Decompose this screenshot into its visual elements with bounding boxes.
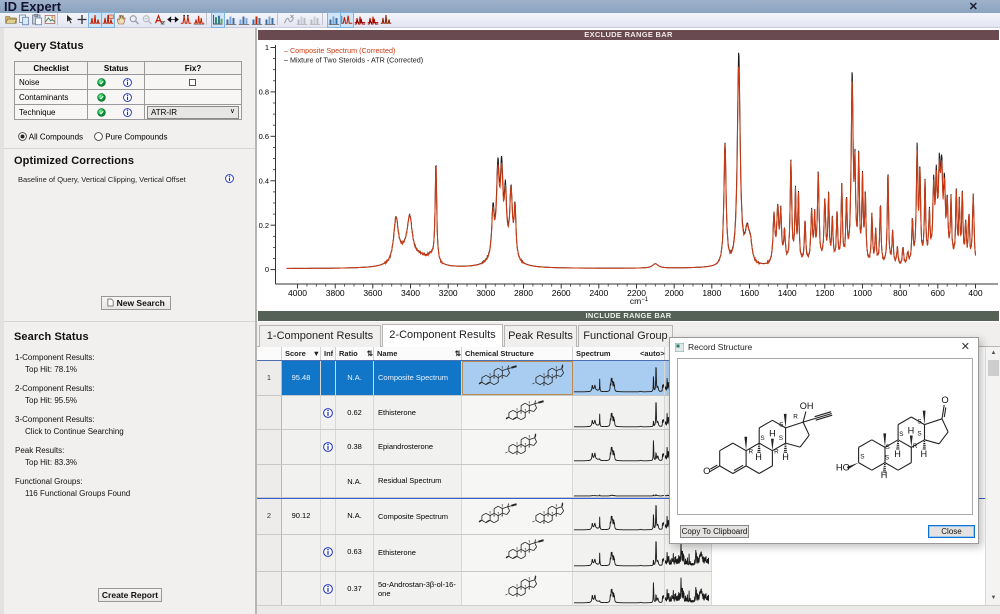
svg-text:600: 600 — [931, 288, 945, 298]
svg-text:1400: 1400 — [778, 288, 797, 298]
svg-text:H: H — [921, 449, 928, 459]
svg-text:0.6: 0.6 — [259, 132, 269, 141]
svg-text:R: R — [913, 443, 918, 450]
svg-text:S: S — [885, 454, 889, 461]
svg-text:800: 800 — [893, 288, 907, 298]
svg-text:S: S — [779, 422, 783, 429]
svg-text:0.8: 0.8 — [259, 88, 269, 97]
svg-text:O: O — [703, 465, 710, 476]
svg-text:3800: 3800 — [326, 288, 345, 298]
svg-text:– Mixture of Two Steroids - AT: – Mixture of Two Steroids - ATR (Correct… — [284, 56, 423, 65]
svg-text:O: O — [941, 394, 948, 405]
svg-text:S: S — [779, 435, 783, 442]
svg-text:1200: 1200 — [815, 288, 834, 298]
svg-text:– Composite Spectrum (Correcte: – Composite Spectrum (Corrected) — [284, 46, 395, 55]
svg-text:H: H — [769, 429, 776, 439]
svg-text:3600: 3600 — [363, 288, 382, 298]
svg-text:2400: 2400 — [589, 288, 608, 298]
svg-text:H: H — [894, 449, 901, 459]
svg-text:400: 400 — [968, 288, 982, 298]
svg-text:0.2: 0.2 — [259, 221, 269, 230]
svg-text:R: R — [793, 414, 798, 421]
svg-text:3200: 3200 — [439, 288, 458, 298]
svg-text:cm−1: cm−1 — [630, 296, 649, 306]
svg-text:S: S — [860, 453, 864, 460]
svg-text:R: R — [748, 448, 753, 455]
svg-text:1: 1 — [265, 43, 269, 52]
svg-text:OH: OH — [800, 401, 814, 411]
svg-text:H: H — [782, 452, 789, 462]
svg-text:S: S — [760, 435, 764, 442]
svg-text:2000: 2000 — [665, 288, 684, 298]
svg-text:H: H — [908, 425, 915, 435]
svg-text:S: S — [917, 431, 921, 438]
svg-text:1000: 1000 — [853, 288, 872, 298]
svg-text:3000: 3000 — [476, 288, 495, 298]
svg-text:S: S — [917, 419, 921, 426]
svg-text:2600: 2600 — [552, 288, 571, 298]
svg-text:S: S — [899, 431, 903, 438]
svg-text:H: H — [755, 452, 762, 462]
svg-text:R: R — [774, 448, 779, 455]
svg-text:HO: HO — [836, 462, 850, 473]
svg-text:4000: 4000 — [288, 288, 307, 298]
svg-text:2800: 2800 — [514, 288, 533, 298]
svg-text:H: H — [881, 470, 888, 480]
svg-text:1800: 1800 — [702, 288, 721, 298]
svg-text:0.4: 0.4 — [259, 176, 269, 185]
svg-text:0: 0 — [265, 265, 269, 274]
svg-text:1600: 1600 — [740, 288, 759, 298]
svg-text:S: S — [885, 444, 889, 451]
svg-text:3400: 3400 — [401, 288, 420, 298]
